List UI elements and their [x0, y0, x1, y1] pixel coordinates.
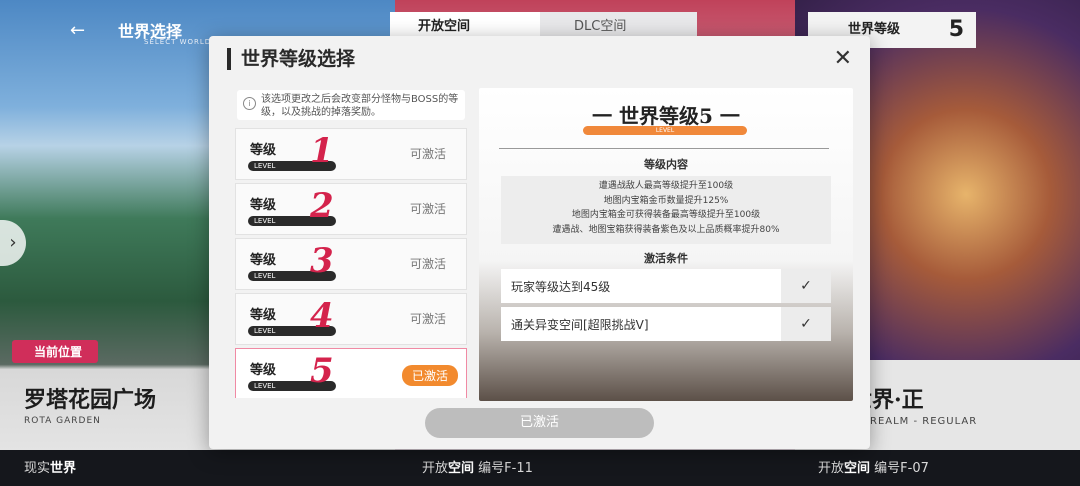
level-number: 1 [310, 131, 334, 171]
level-label: 等级 [250, 198, 277, 213]
level-row-3[interactable]: 等级 LEVEL 3 可激活 [235, 238, 467, 290]
modal-title: 世界等级选择 [227, 48, 355, 70]
bottom-item-bold: 空间 [448, 461, 475, 476]
check-icon: ✓ [781, 307, 831, 341]
check-icon: ✓ [781, 269, 831, 303]
detail-title: 一 世界等级5 一 [592, 104, 740, 128]
level-number: 2 [310, 186, 334, 226]
level-row-2[interactable]: 等级 LEVEL 2 可激活 [235, 183, 467, 235]
bottom-bar: 现实世界 开放空间 编号F-11 开放空间 编号F-07 [0, 450, 1080, 486]
notice-text: 该选项更改之后会改变部分怪物与BOSS的等级，以及挑战的掉落奖励。 [261, 94, 459, 118]
activate-button[interactable]: 已激活 [425, 408, 654, 438]
right-card-subtitle: REALM - REGULAR [870, 416, 978, 427]
condition-text: 玩家等级达到45级 [511, 280, 611, 294]
close-icon[interactable]: ✕ [834, 48, 852, 70]
condition-row-2: 通关异变空间[超限挑战V] ✓ [501, 307, 831, 341]
bottom-item-open-space-f11[interactable]: 开放空间 编号F-11 [422, 457, 533, 476]
world-level-tag-label: 世界等级 [848, 22, 901, 37]
content-line: 地图内宝箱金币数量提升125% [603, 195, 729, 206]
content-box: 遭遇战敌人最高等级提升至100级 地图内宝箱金币数量提升125% 地图内宝箱金可… [501, 176, 831, 244]
world-level-tag-num: 5 [948, 17, 964, 42]
world-level-modal: 世界等级选择 ✕ i 该选项更改之后会改变部分怪物与BOSS的等级，以及挑战的掉… [209, 36, 870, 449]
bottom-item-bold: 世界 [50, 461, 77, 476]
level-number: 3 [310, 241, 334, 281]
bottom-item-suffix: 编号F-07 [870, 461, 929, 476]
level-number: 5 [310, 351, 334, 391]
content-heading: 等级内容 [644, 158, 688, 171]
notice-box: i 该选项更改之后会改变部分怪物与BOSS的等级，以及挑战的掉落奖励。 [237, 90, 465, 120]
level-status-badge: 已激活 [401, 365, 458, 386]
content-line: 遭遇战、地图宝箱获得装备紫色及以上品质概率提升80% [552, 224, 780, 235]
bottom-item-prefix: 现实 [24, 461, 51, 476]
current-location-pill: 当前位置 [12, 340, 99, 363]
bottom-item-suffix: 编号F-11 [474, 461, 533, 476]
level-label: 等级 [250, 363, 277, 378]
bottom-item-prefix: 开放 [818, 461, 845, 476]
level-row-1[interactable]: 等级 LEVEL 1 可激活 [235, 128, 467, 180]
left-card-name: 罗塔花园广场 [24, 387, 157, 413]
bottom-item-real-world[interactable]: 现实世界 [24, 457, 76, 476]
world-select-subtitle: SELECT WORLD [144, 38, 212, 46]
level-row-5[interactable]: 等级 LEVEL 5 已激活 [235, 348, 467, 398]
bottom-item-open-space-f07[interactable]: 开放空间 编号F-07 [818, 457, 929, 476]
level-list: 等级 LEVEL 1 可激活 等级 LEVEL 2 可激活 等级 LEVEL 3… [235, 128, 469, 398]
info-icon: i [243, 97, 256, 110]
level-status: 可激活 [409, 257, 446, 271]
divider [499, 148, 829, 149]
level-status: 可激活 [409, 312, 446, 326]
condition-heading: 激活条件 [644, 252, 688, 265]
level-label: 等级 [250, 308, 277, 323]
detail-level-bar: LEVEL [583, 126, 747, 135]
level-number: 4 [310, 296, 334, 336]
content-line: 遭遇战敌人最高等级提升至100级 [598, 181, 734, 191]
level-label: 等级 [250, 143, 277, 158]
level-row-4[interactable]: 等级 LEVEL 4 可激活 [235, 293, 467, 345]
level-status: 可激活 [409, 147, 446, 161]
bottom-item-prefix: 开放 [422, 461, 449, 476]
back-arrow-icon[interactable]: ← [70, 20, 85, 41]
content-line: 地图内宝箱金可获得装备最高等级提升至100级 [571, 210, 761, 220]
left-card-subtitle: ROTA GARDEN [24, 416, 101, 426]
condition-text: 通关异变空间[超限挑战V] [511, 318, 649, 332]
level-detail-panel: 一 世界等级5 一 LEVEL 等级内容 遭遇战敌人最高等级提升至100级 地图… [479, 88, 853, 401]
level-status: 可激活 [409, 202, 446, 216]
level-label: 等级 [250, 253, 277, 268]
condition-row-1: 玩家等级达到45级 ✓ [501, 269, 831, 303]
bottom-item-bold: 空间 [844, 461, 871, 476]
